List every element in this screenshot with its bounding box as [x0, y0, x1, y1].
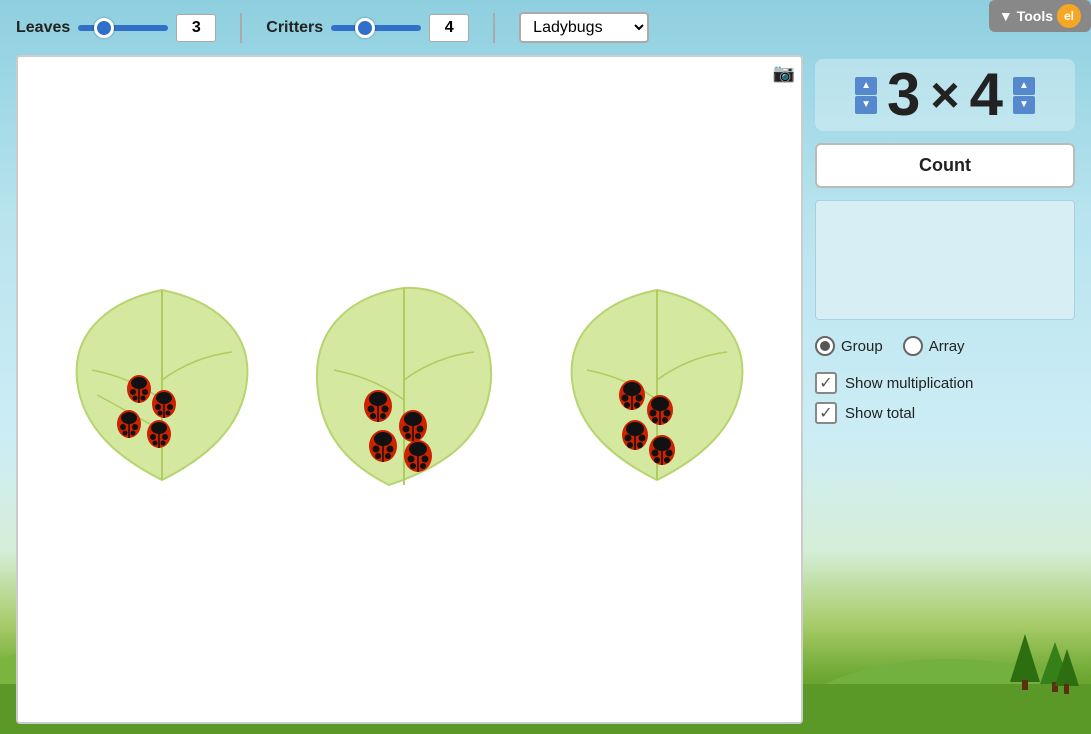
equation-times: ×	[930, 66, 959, 124]
critters-label: Critters	[266, 19, 323, 37]
critters-control: Critters	[266, 14, 469, 42]
leaves-control: Leaves	[16, 14, 216, 42]
critters-input[interactable]	[429, 14, 469, 42]
tools-badge: el	[1057, 4, 1081, 28]
tools-arrow-icon: ▼	[999, 8, 1013, 24]
leaf-1	[62, 280, 262, 500]
array-radio[interactable]: Array	[903, 336, 965, 356]
show-total-label: Show total	[845, 405, 915, 422]
group-radio-circle	[815, 336, 835, 356]
leaves-display	[18, 57, 801, 722]
equation-left: 3	[881, 65, 926, 125]
leaf-3-svg	[557, 280, 757, 500]
leaves-slider-container	[78, 25, 168, 31]
leaves-input[interactable]	[176, 14, 216, 42]
group-radio[interactable]: Group	[815, 336, 883, 356]
show-multiplication-label: Show multiplication	[845, 375, 973, 392]
tools-button[interactable]: ▼ Tools el	[989, 0, 1091, 32]
show-multiplication-checkbox[interactable]: ✓ Show multiplication	[815, 372, 1075, 394]
left-spinner: ▲ ▼	[855, 77, 877, 114]
count-button[interactable]: Count	[815, 143, 1075, 188]
group-label: Group	[841, 338, 883, 355]
critters-slider[interactable]	[331, 25, 421, 31]
leaf-3	[557, 280, 757, 500]
array-radio-circle	[903, 336, 923, 356]
separator-2	[493, 13, 495, 43]
radio-group: Group Array	[815, 332, 1075, 360]
content-area: 📷	[0, 55, 1091, 734]
equation-right: 4	[964, 65, 1009, 125]
leaf-1-svg	[62, 280, 262, 500]
camera-icon[interactable]: 📷	[773, 63, 795, 84]
toolbar: Leaves Critters Ladybugs Butterflies Bee…	[0, 0, 1091, 55]
right-spinner: ▲ ▼	[1013, 77, 1035, 114]
array-label: Array	[929, 338, 965, 355]
right-up-button[interactable]: ▲	[1013, 77, 1035, 95]
type-select[interactable]: Ladybugs Butterflies Bees	[519, 12, 649, 43]
leaf-2-svg	[309, 280, 509, 500]
right-down-button[interactable]: ▼	[1013, 96, 1035, 114]
count-result-box	[815, 200, 1075, 320]
tools-label: Tools	[1017, 8, 1053, 24]
type-dropdown-container: Ladybugs Butterflies Bees	[519, 12, 649, 43]
leaves-slider[interactable]	[78, 25, 168, 31]
left-down-button[interactable]: ▼	[855, 96, 877, 114]
separator-1	[240, 13, 242, 43]
leaves-label: Leaves	[16, 19, 70, 37]
show-total-box: ✓	[815, 402, 837, 424]
leaf-2	[309, 280, 509, 500]
canvas-area: 📷	[16, 55, 803, 724]
show-total-checkbox[interactable]: ✓ Show total	[815, 402, 1075, 424]
equation-row: ▲ ▼ 3 × 4 ▲ ▼	[815, 59, 1075, 131]
show-multiplication-box: ✓	[815, 372, 837, 394]
right-panel: ▲ ▼ 3 × 4 ▲ ▼ Count Group	[815, 55, 1075, 724]
left-up-button[interactable]: ▲	[855, 77, 877, 95]
critters-slider-container	[331, 25, 421, 31]
checkbox-group: ✓ Show multiplication ✓ Show total	[815, 372, 1075, 424]
